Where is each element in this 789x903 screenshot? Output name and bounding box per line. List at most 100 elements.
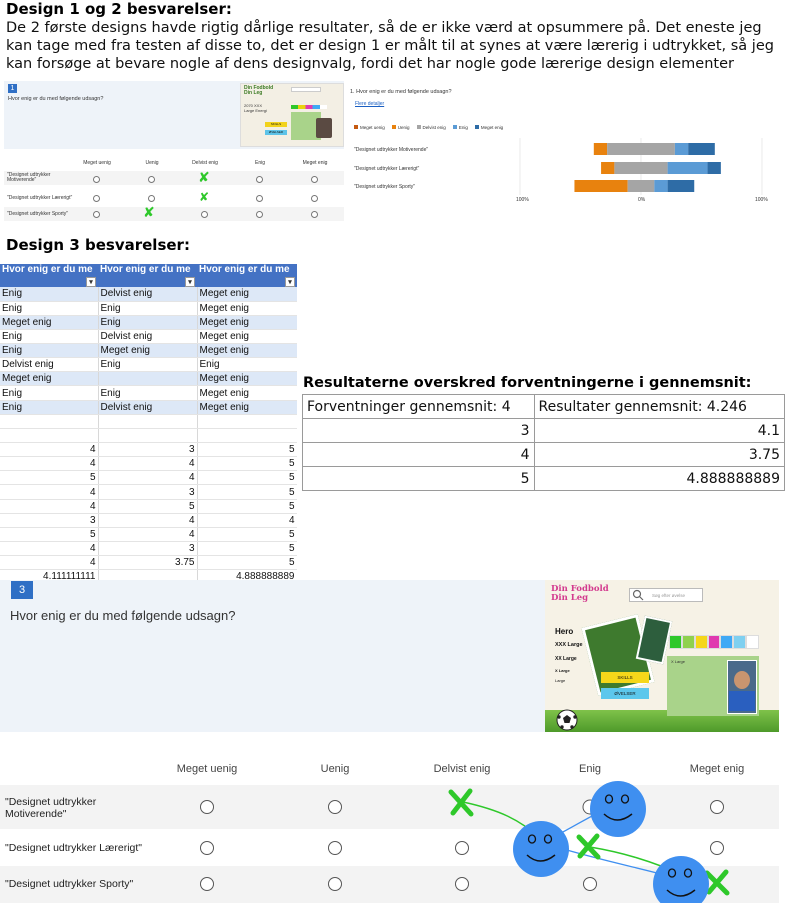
excel-cell[interactable]: Meget enig bbox=[197, 385, 297, 401]
excel-cell[interactable] bbox=[197, 414, 297, 429]
excel-cell[interactable]: 4.111111111 bbox=[0, 569, 99, 580]
excel-cell[interactable]: 4 bbox=[0, 555, 99, 571]
excel-cell[interactable]: 4 bbox=[0, 499, 99, 514]
excel-cell[interactable]: Enig bbox=[0, 329, 99, 345]
excel-cell[interactable] bbox=[98, 371, 198, 387]
excel-cell[interactable]: 3.75 bbox=[98, 555, 198, 571]
excel-cell[interactable]: Meget enig bbox=[197, 400, 297, 415]
radio[interactable] bbox=[148, 195, 155, 202]
excel-header-cell[interactable]: Hvor enig er du me ▾ bbox=[0, 264, 98, 287]
excel-cell[interactable]: Enig bbox=[98, 385, 198, 401]
excel-cell[interactable]: 4 bbox=[0, 442, 99, 458]
excel-cell[interactable]: Meget enig bbox=[0, 371, 99, 387]
excel-cell[interactable]: 4 bbox=[98, 527, 198, 543]
filter-dropdown-icon[interactable]: ▾ bbox=[285, 277, 295, 287]
excel-cell[interactable]: Enig bbox=[98, 357, 198, 373]
excel-cell[interactable] bbox=[98, 569, 198, 580]
excel-cell[interactable]: 5 bbox=[197, 499, 297, 514]
excel-cell[interactable]: Enig bbox=[0, 385, 99, 401]
filter-dropdown-icon[interactable]: ▾ bbox=[185, 277, 195, 287]
excel-cell[interactable]: Delvist enig bbox=[0, 357, 99, 373]
excel-cell[interactable]: 5 bbox=[197, 442, 297, 458]
excel-row: 455 bbox=[0, 499, 297, 514]
excel-sheet: Hvor enig er du me ▾ Hvor enig er du me ▾ … bbox=[0, 264, 297, 580]
excel-row: Meget enig Meget enig bbox=[0, 371, 297, 387]
excel-cell[interactable]: Delvist enig bbox=[98, 287, 198, 302]
small-col-meget-uenig: Meget uenig bbox=[83, 160, 111, 166]
excel-cell[interactable]: Enig bbox=[0, 301, 99, 316]
excel-cell[interactable]: 4 bbox=[98, 513, 198, 528]
excel-cell[interactable]: 5 bbox=[197, 541, 297, 557]
excel-cell[interactable]: Enig bbox=[0, 400, 99, 415]
excel-row: Enig Delvist enig Meget enig bbox=[0, 400, 297, 415]
excel-cell[interactable]: Meget enig bbox=[197, 301, 297, 316]
excel-cell[interactable]: Meget enig bbox=[197, 371, 297, 387]
x-mark-icon: ✘ bbox=[143, 205, 155, 221]
excel-cell[interactable] bbox=[98, 414, 198, 429]
summary-row: 5 4.888888889 bbox=[302, 466, 786, 491]
excel-cell[interactable]: Meget enig bbox=[197, 287, 297, 302]
excel-cell[interactable]: Meget enig bbox=[98, 343, 198, 359]
excel-cell[interactable]: 5 bbox=[197, 456, 297, 472]
excel-cell[interactable]: Enig bbox=[98, 315, 198, 330]
excel-cell[interactable]: 5 bbox=[197, 484, 297, 500]
excel-cell[interactable]: 4 bbox=[98, 456, 198, 472]
excel-cell[interactable]: 4 bbox=[98, 470, 198, 486]
excel-cell[interactable]: 4 bbox=[0, 484, 99, 500]
excel-cell[interactable] bbox=[0, 414, 99, 429]
excel-cell[interactable]: 3 bbox=[98, 442, 198, 458]
excel-cell[interactable]: Enig bbox=[98, 301, 198, 316]
excel-cell[interactable]: Enig bbox=[0, 287, 99, 302]
excel-cell[interactable]: 5 bbox=[197, 470, 297, 486]
filter-dropdown-icon[interactable]: ▾ bbox=[86, 277, 96, 287]
excel-cell[interactable]: 5 bbox=[197, 527, 297, 543]
excel-header-cell[interactable]: Hvor enig er du me ▾ bbox=[197, 264, 297, 287]
radio[interactable] bbox=[201, 211, 208, 218]
excel-cell[interactable]: 5 bbox=[0, 527, 99, 543]
radio[interactable] bbox=[256, 211, 263, 218]
excel-cell[interactable]: Enig bbox=[0, 343, 99, 359]
excel-header-cell[interactable]: Hvor enig er du me ▾ bbox=[98, 264, 197, 287]
excel-cell[interactable] bbox=[0, 428, 99, 444]
radio[interactable] bbox=[311, 195, 318, 202]
radio[interactable] bbox=[311, 176, 318, 183]
excel-cell[interactable]: 3 bbox=[0, 513, 99, 528]
excel-cell[interactable]: 5 bbox=[197, 555, 297, 571]
excel-cell[interactable]: 3 bbox=[98, 541, 198, 557]
radio[interactable] bbox=[93, 176, 100, 183]
chart-bar-segment bbox=[601, 162, 615, 174]
axis-label-right: 100% bbox=[755, 197, 768, 203]
excel-cell[interactable]: Meget enig bbox=[197, 343, 297, 359]
excel-cell[interactable] bbox=[197, 428, 297, 444]
color-swatch bbox=[669, 635, 682, 649]
radio[interactable] bbox=[93, 195, 100, 202]
thumb-hero: Hero bbox=[555, 627, 574, 636]
small-form-question: Hvor enig er du med følgende udsagn? bbox=[8, 96, 104, 102]
color-swatch bbox=[681, 635, 695, 649]
excel-cell[interactable]: 4 bbox=[0, 541, 99, 557]
chart-bar-segment bbox=[654, 180, 668, 192]
excel-cell[interactable] bbox=[98, 428, 198, 444]
section1-paragraph: De 2 første designs havde rigtig dårlige… bbox=[6, 19, 786, 73]
summary-header-row: Forventninger gennemsnit: 4 Resultater g… bbox=[302, 394, 786, 419]
excel-cell[interactable]: Meget enig bbox=[197, 329, 297, 345]
excel-cell[interactable]: 4.888888889 bbox=[197, 569, 297, 580]
excel-cell[interactable]: 4 bbox=[197, 513, 297, 528]
thumb-text: 2070 XXX Large Energi bbox=[244, 103, 267, 113]
excel-cell[interactable]: 3 bbox=[98, 484, 198, 500]
excel-row: Delvist enig Enig Enig bbox=[0, 357, 297, 373]
excel-cell[interactable]: Meget enig bbox=[197, 315, 297, 330]
excel-cell[interactable]: Delvist enig bbox=[98, 400, 198, 415]
radio[interactable] bbox=[256, 176, 263, 183]
big-form-number: 3 bbox=[11, 581, 33, 599]
radio[interactable] bbox=[256, 195, 263, 202]
radio[interactable] bbox=[311, 211, 318, 218]
radio[interactable] bbox=[148, 176, 155, 183]
excel-cell[interactable]: Delvist enig bbox=[98, 329, 198, 345]
excel-cell[interactable]: 4 bbox=[0, 456, 99, 472]
excel-cell[interactable]: Meget enig bbox=[0, 315, 99, 330]
excel-cell[interactable]: 5 bbox=[98, 499, 198, 514]
excel-cell[interactable]: Enig bbox=[197, 357, 297, 373]
radio[interactable] bbox=[93, 211, 100, 218]
excel-cell[interactable]: 5 bbox=[0, 470, 99, 486]
